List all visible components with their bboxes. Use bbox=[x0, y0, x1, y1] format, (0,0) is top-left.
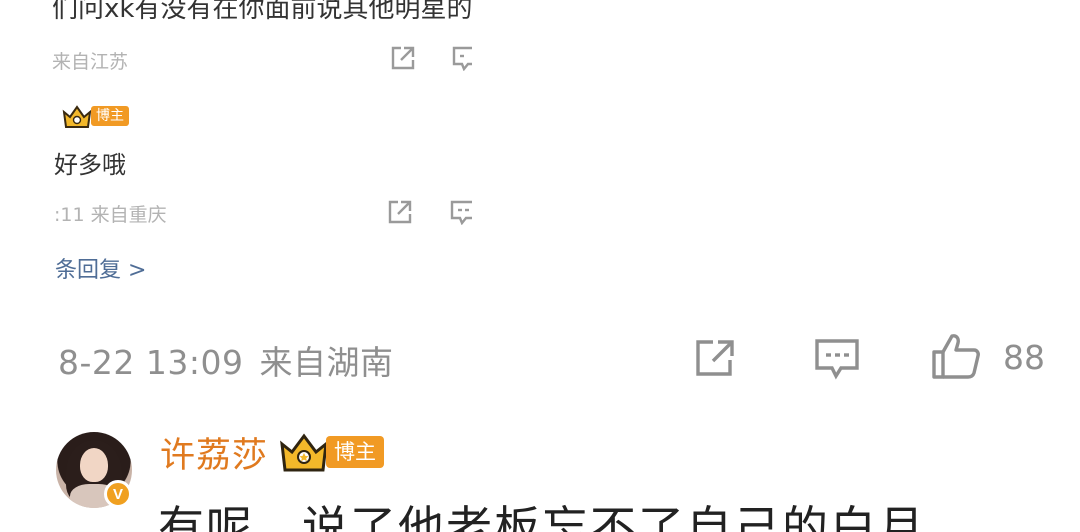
crown-icon bbox=[280, 433, 328, 472]
reply-text: 好多哦 bbox=[54, 151, 126, 179]
comment-meta: 8-22 13:09 来自湖南 bbox=[58, 336, 394, 384]
reply-text: 们问xk有没有在你面前说其他明星的 bbox=[52, 0, 472, 24]
comment-icon[interactable] bbox=[450, 199, 472, 225]
username[interactable]: 许荔莎 bbox=[160, 427, 268, 478]
comment-icon[interactable] bbox=[814, 338, 860, 380]
verified-icon: V bbox=[104, 480, 132, 508]
comment-author-row: 许荔莎 博主 bbox=[160, 427, 385, 478]
share-icon[interactable] bbox=[694, 338, 738, 378]
crown-icon bbox=[62, 105, 92, 128]
comment-text: 有呢，说了他老板忘不了自己的白月 bbox=[158, 501, 926, 532]
blogger-badge: 博主 bbox=[278, 430, 385, 474]
comment-icon[interactable] bbox=[452, 45, 472, 71]
reply-meta: 来自江苏 bbox=[52, 51, 129, 73]
share-icon[interactable] bbox=[387, 199, 413, 225]
badge-label: 博主 bbox=[326, 436, 385, 468]
blogger-badge: 博主 bbox=[91, 106, 129, 126]
comment-location: 来自湖南 bbox=[259, 343, 394, 382]
reply-panel: 们问xk有没有在你面前说其他明星的 来自江苏 博主 好多哦 :11 来自重庆 条… bbox=[0, 0, 472, 300]
share-icon[interactable] bbox=[390, 45, 416, 71]
avatar-face bbox=[80, 448, 108, 482]
reply-meta: :11 来自重庆 bbox=[54, 204, 167, 226]
comment-time: 8-22 13:09 bbox=[58, 343, 244, 382]
reply-author-row: 博主 bbox=[55, 103, 129, 129]
like-icon[interactable] bbox=[930, 332, 982, 380]
like-count: 88 bbox=[1003, 338, 1045, 377]
view-more-replies-link[interactable]: 条回复 > bbox=[55, 252, 146, 284]
